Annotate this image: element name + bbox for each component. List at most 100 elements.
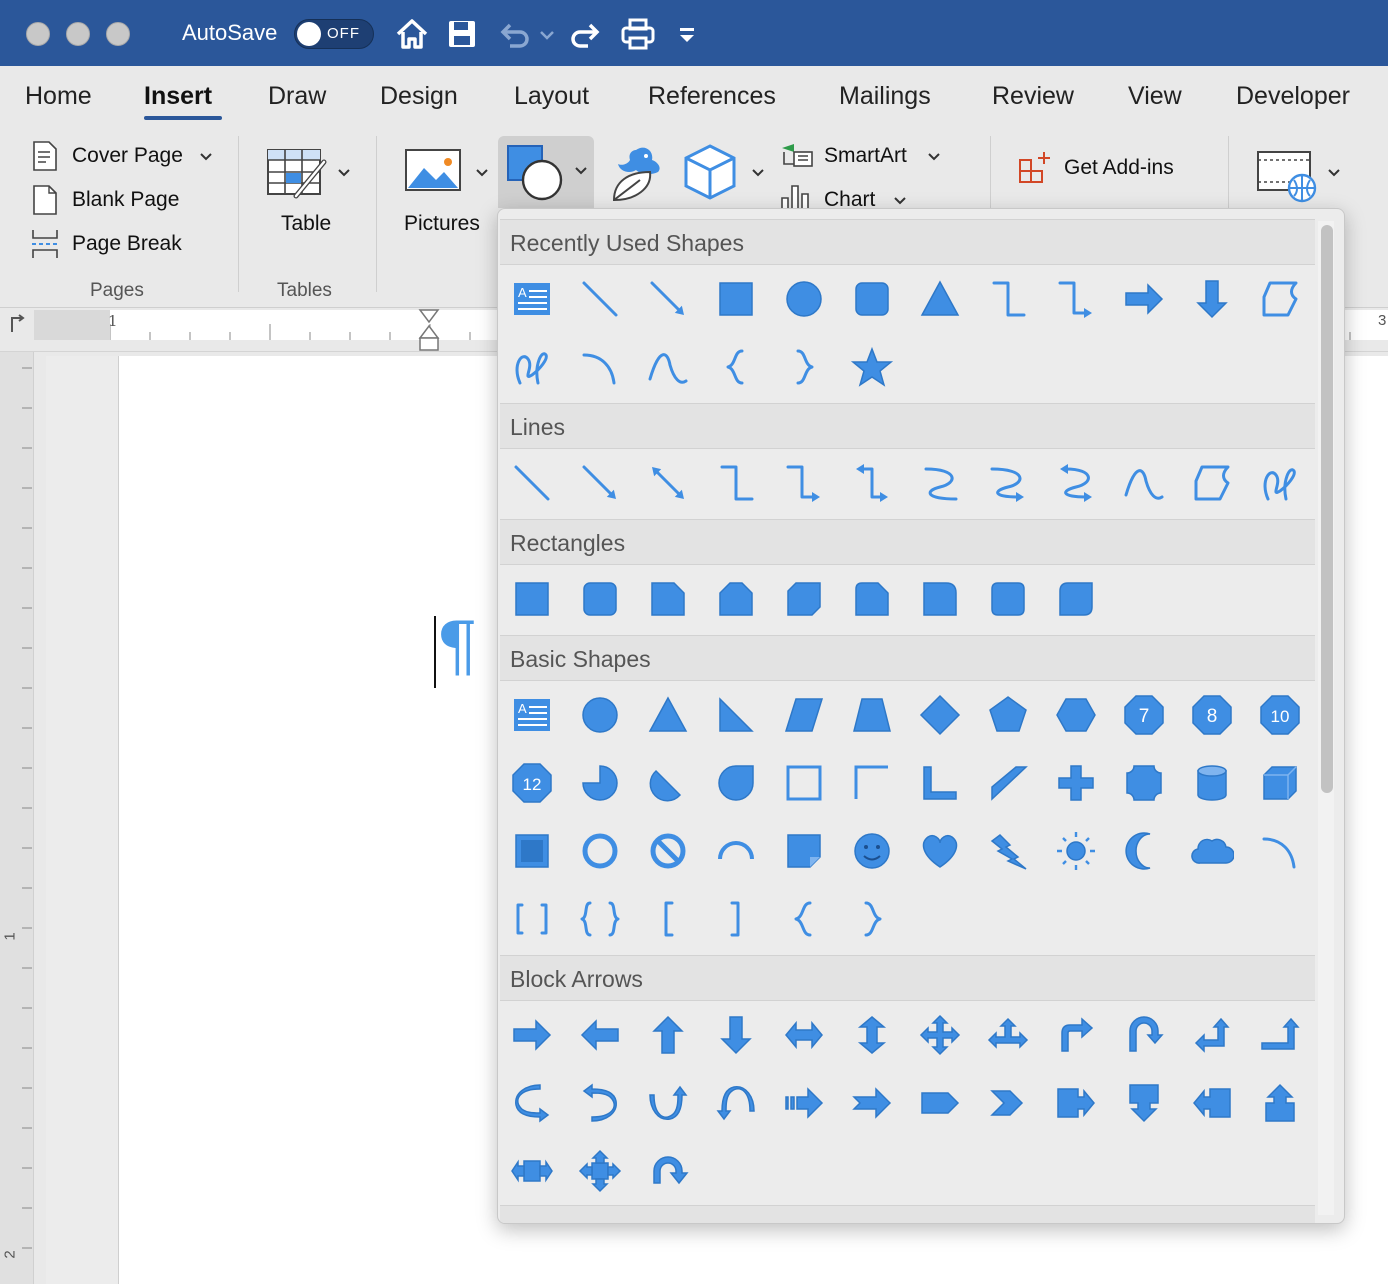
para-shape-icon[interactable]: [782, 693, 826, 737]
table-chevron-down-icon[interactable]: [337, 168, 351, 178]
plaque-shape-icon[interactable]: [1122, 761, 1166, 805]
rtri-shape-icon[interactable]: [714, 693, 758, 737]
curved-r-shape-icon[interactable]: [510, 1081, 554, 1125]
cloud-shape-icon[interactable]: [1190, 829, 1234, 873]
sine-shape-icon[interactable]: [646, 345, 690, 389]
tab-developer[interactable]: Developer: [1236, 82, 1350, 111]
quadcallout-shape-icon[interactable]: [578, 1149, 622, 1193]
frame-shape-icon[interactable]: [782, 761, 826, 805]
print-icon[interactable]: [618, 14, 658, 54]
minimize-window-button[interactable]: [66, 22, 90, 46]
pictures-chevron-down-icon[interactable]: [475, 168, 489, 178]
close-window-button[interactable]: [26, 22, 50, 46]
diamond-shape-icon[interactable]: [918, 693, 962, 737]
smiley-shape-icon[interactable]: [850, 829, 894, 873]
pictures-button[interactable]: Pictures: [404, 212, 480, 236]
rrect-shape-icon[interactable]: [850, 277, 894, 321]
table-button[interactable]: Table: [281, 212, 331, 236]
curved-shape-icon[interactable]: [918, 461, 962, 505]
tab-stop-icon[interactable]: [8, 314, 26, 334]
pentagon-arrow-shape-icon[interactable]: [918, 1081, 962, 1125]
tab-draw[interactable]: Draw: [268, 82, 326, 111]
curveddbl-shape-icon[interactable]: [1054, 461, 1098, 505]
tab-design[interactable]: Design: [380, 82, 458, 111]
donut-shape-icon[interactable]: [578, 829, 622, 873]
smartart-chevron-down-icon[interactable]: [927, 152, 941, 162]
darrow-shape-icon[interactable]: [714, 1013, 758, 1057]
larrow-shape-icon[interactable]: [578, 1013, 622, 1057]
pictures-icon[interactable]: [404, 146, 464, 196]
sine-shape-icon[interactable]: [1122, 461, 1166, 505]
pent-shape-icon[interactable]: [986, 693, 1030, 737]
undo-dropdown-icon[interactable]: [536, 14, 558, 54]
sun-shape-icon[interactable]: [1054, 829, 1098, 873]
dblbrace-shape-icon[interactable]: [578, 897, 622, 941]
tab-insert[interactable]: Insert: [144, 82, 212, 111]
bolt-shape-icon[interactable]: [986, 829, 1030, 873]
dcallout-shape-icon[interactable]: [1122, 1081, 1166, 1125]
halfframe-shape-icon[interactable]: [850, 761, 894, 805]
heart-shape-icon[interactable]: [918, 829, 962, 873]
b10-shape-icon[interactable]: 10: [1258, 693, 1302, 737]
pie-shape-icon[interactable]: [578, 761, 622, 805]
nosym-shape-icon[interactable]: [646, 829, 690, 873]
elbow-shape-icon[interactable]: [986, 277, 1030, 321]
3d-models-chevron-down-icon[interactable]: [751, 168, 765, 178]
elbowarrow-shape-icon[interactable]: [782, 461, 826, 505]
arc-shape-icon[interactable]: [1258, 829, 1302, 873]
rnd3-shape-icon[interactable]: [1054, 577, 1098, 621]
plus-shape-icon[interactable]: [1054, 761, 1098, 805]
freeform-shape-icon[interactable]: [1258, 277, 1302, 321]
ucallout-shape-icon[interactable]: [1258, 1081, 1302, 1125]
bevel-shape-icon[interactable]: [510, 829, 554, 873]
save-icon[interactable]: [442, 14, 482, 54]
rbracket-shape-icon[interactable]: [714, 897, 758, 941]
darrow-shape-icon[interactable]: [1190, 277, 1234, 321]
textbox-shape-icon[interactable]: A: [510, 277, 554, 321]
3d-models-icon[interactable]: [682, 142, 738, 202]
shapes-button[interactable]: [498, 136, 594, 208]
zoom-window-button[interactable]: [106, 22, 130, 46]
snip2s-shape-icon[interactable]: [714, 577, 758, 621]
notched-shape-icon[interactable]: [850, 1081, 894, 1125]
oval-shape-icon[interactable]: [578, 693, 622, 737]
rarrow-shape-icon[interactable]: [1122, 277, 1166, 321]
b12-shape-icon[interactable]: 12: [510, 761, 554, 805]
indent-marker[interactable]: [418, 308, 440, 352]
tab-view[interactable]: View: [1128, 82, 1182, 111]
smartart-button[interactable]: SmartArt: [824, 144, 907, 168]
cover-page-chevron-down-icon[interactable]: [199, 152, 213, 162]
trap-shape-icon[interactable]: [850, 693, 894, 737]
udarrow-shape-icon[interactable]: [850, 1013, 894, 1057]
star-shape-icon[interactable]: [850, 345, 894, 389]
bentarrow-shape-icon[interactable]: [1054, 1013, 1098, 1057]
oval-shape-icon[interactable]: [782, 277, 826, 321]
line-shape-icon[interactable]: [510, 461, 554, 505]
snip1-shape-icon[interactable]: [646, 577, 690, 621]
tab-home[interactable]: Home: [25, 82, 92, 111]
dblarrow-shape-icon[interactable]: [646, 461, 690, 505]
table-icon[interactable]: [266, 146, 330, 204]
lbrace-shape-icon[interactable]: [714, 345, 758, 389]
curvedarrow-shape-icon[interactable]: [986, 461, 1030, 505]
b7-shape-icon[interactable]: 7: [1122, 693, 1166, 737]
tri-shape-icon[interactable]: [918, 277, 962, 321]
cover-page-button[interactable]: Cover Page: [72, 144, 183, 168]
tab-review[interactable]: Review: [992, 82, 1074, 111]
cube-shape-icon[interactable]: [1258, 761, 1302, 805]
folded-shape-icon[interactable]: [782, 829, 826, 873]
arrowline-shape-icon[interactable]: [578, 461, 622, 505]
can-shape-icon[interactable]: [1190, 761, 1234, 805]
rcallout-shape-icon[interactable]: [1054, 1081, 1098, 1125]
elbowarrow-shape-icon[interactable]: [1054, 277, 1098, 321]
tab-references[interactable]: References: [648, 82, 776, 111]
diagstripe-shape-icon[interactable]: [986, 761, 1030, 805]
textbox-shape-icon[interactable]: A: [510, 693, 554, 737]
tear-shape-icon[interactable]: [714, 761, 758, 805]
snip2d-shape-icon[interactable]: [782, 577, 826, 621]
lbrace-shape-icon[interactable]: [782, 897, 826, 941]
curved-d-shape-icon[interactable]: [714, 1081, 758, 1125]
page-break-button[interactable]: Page Break: [72, 232, 182, 256]
scribble-shape-icon[interactable]: [1258, 461, 1302, 505]
gallery-scrollbar-thumb[interactable]: [1321, 225, 1333, 793]
